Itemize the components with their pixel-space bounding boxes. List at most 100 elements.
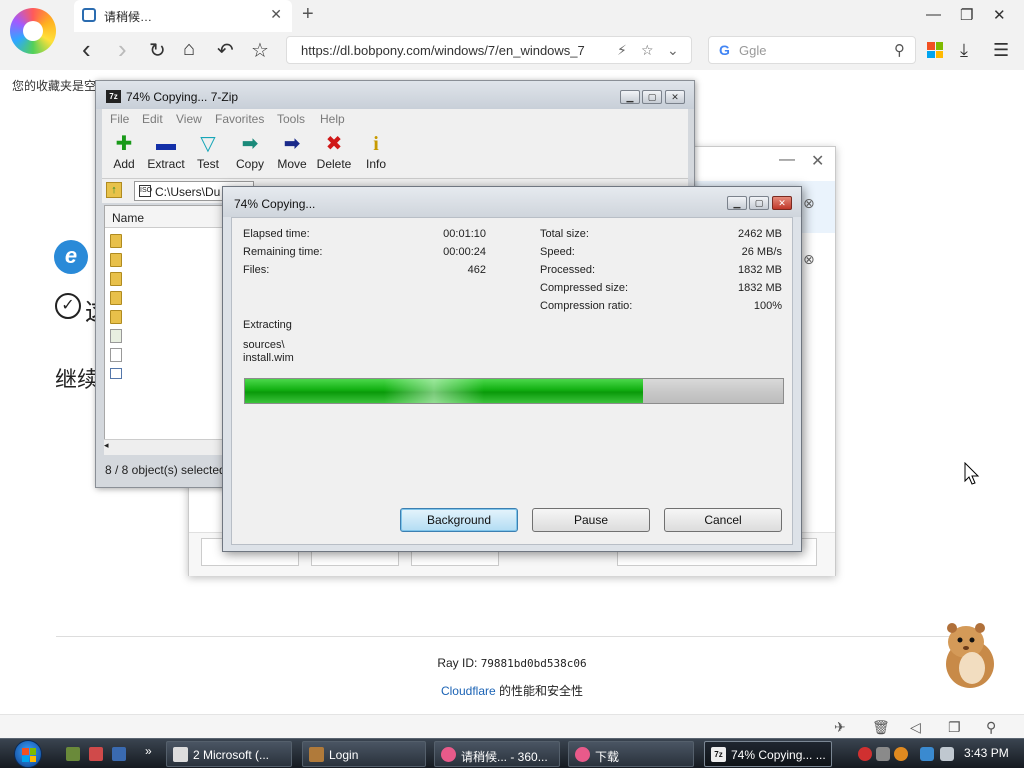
folder-icon[interactable] — [110, 310, 122, 324]
sound-icon[interactable]: ◁ — [910, 719, 921, 736]
quicklaunch-icon[interactable] — [89, 747, 103, 761]
start-button[interactable] — [6, 739, 50, 768]
dialog-title-bar[interactable]: 74% Copying... ▁ ▢ ✕ — [223, 187, 801, 217]
action-label: Extracting — [243, 319, 292, 331]
toolbar: ✚ Add ▬ Extract ▽ Test ➡ Copy ➡ Move ✖ D… — [102, 129, 688, 179]
taskbar-item-browser[interactable]: 请稍候... - 360... — [434, 741, 560, 767]
rocket-icon[interactable]: ✈ — [834, 719, 846, 736]
info-button[interactable]: i Info — [356, 133, 396, 171]
background-button[interactable]: Background — [400, 508, 518, 532]
search-icon[interactable]: ⚲ — [894, 41, 905, 59]
folder-icon[interactable] — [110, 234, 122, 248]
hamster-icon — [309, 747, 324, 762]
show-desktop-icon[interactable] — [112, 747, 126, 761]
search-input[interactable]: Ggle — [739, 43, 766, 58]
forward-button[interactable]: › — [118, 34, 127, 65]
taskbar-item-label: 请稍候... - 360... — [461, 750, 548, 764]
column-header-name[interactable]: Name — [105, 206, 233, 228]
undo-close-button[interactable]: ↶ — [217, 38, 234, 63]
window-title: 74% Copying... 7-Zip — [126, 90, 239, 104]
maximize-button[interactable]: ▢ — [749, 196, 769, 210]
files-label: Files: — [243, 264, 270, 276]
file-icon[interactable] — [110, 348, 122, 362]
cancel-button[interactable]: Cancel — [664, 508, 782, 532]
move-button[interactable]: ➡ Move — [272, 133, 312, 171]
minimize-button[interactable]: — — [926, 6, 941, 23]
address-bar[interactable]: https://dl.bobpony.com/windows/7/en_wind… — [286, 36, 692, 64]
menu-favorites[interactable]: Favorites — [215, 112, 264, 126]
horizontal-scrollbar[interactable]: ◂ — [104, 439, 234, 455]
tray-search-icon[interactable] — [894, 747, 908, 761]
minimize-button[interactable]: ▁ — [620, 90, 640, 104]
taskbar-item-login[interactable]: Login — [302, 741, 426, 767]
close-button[interactable]: ✕ — [772, 196, 792, 210]
progress-dialog: 74% Copying... ▁ ▢ ✕ Elapsed time: 00:01… — [222, 186, 802, 552]
favorite-star-button[interactable]: ☆ — [251, 38, 269, 63]
refresh-button[interactable]: ↻ — [149, 38, 166, 63]
folder-up-icon[interactable]: ↑ — [106, 182, 122, 198]
tab-close-icon[interactable]: ✕ — [270, 6, 282, 23]
close-button[interactable]: ✕ — [993, 6, 1006, 24]
close-button[interactable]: ✕ — [665, 90, 685, 104]
compression-ratio-label: Compression ratio: — [540, 300, 633, 312]
copy-button[interactable]: ➡ Copy — [230, 133, 270, 171]
speed-value: 26 MB/s — [741, 246, 782, 258]
maximize-button[interactable]: ▢ — [642, 90, 662, 104]
settings-file-icon[interactable] — [110, 329, 122, 343]
menu-file[interactable]: File — [110, 112, 129, 126]
dialog-body: Elapsed time: 00:01:10 Remaining time: 0… — [231, 217, 793, 545]
remove-icon[interactable]: ⊗ — [803, 251, 815, 268]
trash-icon[interactable]: 🗑 — [872, 719, 890, 736]
taskbar-item-7zip[interactable]: 7z 74% Copying... ... — [704, 741, 832, 767]
tray-network-icon[interactable] — [920, 747, 934, 761]
quicklaunch-icon[interactable] — [66, 747, 80, 761]
remove-icon[interactable]: ⊗ — [803, 195, 815, 212]
cloudflare-text: 的性能和安全性 — [495, 684, 584, 698]
cloudflare-link[interactable]: Cloudflare — [441, 684, 496, 698]
new-tab-button[interactable]: + — [302, 3, 314, 26]
taskbar-item-downloads[interactable]: 下载 — [568, 741, 694, 767]
image-file-icon[interactable] — [110, 368, 122, 379]
zoom-icon[interactable]: ⚲ — [986, 719, 996, 736]
title-bar[interactable]: 7z 74% Copying... 7-Zip ▁ ▢ ✕ — [96, 81, 694, 109]
menu-icon[interactable]: ☰ — [993, 40, 1009, 61]
window-icon[interactable]: ❐ — [948, 719, 961, 736]
menu-view[interactable]: View — [176, 112, 202, 126]
minimize-button[interactable]: ▁ — [727, 196, 747, 210]
browser-tab[interactable]: 请稍候… ✕ — [74, 0, 292, 32]
star-icon[interactable]: ☆ — [641, 42, 654, 59]
add-button[interactable]: ✚ Add — [104, 133, 144, 171]
tray-security-icon[interactable] — [858, 747, 872, 761]
lightning-icon[interactable]: ⚡ — [617, 42, 627, 59]
extract-button[interactable]: ▬ Extract — [146, 133, 186, 171]
search-box[interactable]: G Ggle ⚲ — [708, 36, 916, 64]
restore-button[interactable]: ❐ — [960, 6, 973, 24]
menu-tools[interactable]: Tools — [277, 112, 305, 126]
folder-icon[interactable] — [110, 291, 122, 305]
folder-icon[interactable] — [110, 272, 122, 286]
menu-edit[interactable]: Edit — [142, 112, 163, 126]
folder-icon[interactable] — [110, 253, 122, 267]
tray-volume-icon[interactable] — [940, 747, 954, 761]
path-text: C:\Users\Du — [155, 185, 221, 199]
pause-button[interactable]: Pause — [532, 508, 650, 532]
file-list[interactable]: Name — [104, 205, 234, 455]
download-icon[interactable]: ⤓ — [960, 40, 968, 61]
test-button[interactable]: ▽ Test — [188, 133, 228, 171]
clock: 3:43 PM — [964, 746, 1009, 760]
more-icon[interactable]: » — [145, 744, 152, 758]
tray-app-icon[interactable] — [876, 747, 890, 761]
close-icon[interactable]: ✕ — [811, 151, 824, 171]
taskbar-item-microsoft[interactable]: 2 Microsoft (... — [166, 741, 292, 767]
menu-help[interactable]: Help — [320, 112, 345, 126]
home-button[interactable]: ⌂ — [183, 38, 195, 61]
apps-grid-icon[interactable] — [927, 42, 943, 58]
delete-button[interactable]: ✖ Delete — [314, 133, 354, 171]
browser-icon — [441, 747, 456, 762]
check-circle-icon: ✓ — [55, 293, 81, 319]
back-button[interactable]: ‹ — [82, 34, 91, 65]
browser-toolbar: 请稍候… ✕ + — ❐ ✕ ‹ › ↻ ⌂ ↶ ☆ https://dl.bo… — [0, 0, 1024, 70]
compression-ratio-value: 100% — [753, 300, 782, 312]
minimize-icon[interactable]: — — [779, 151, 795, 169]
chevron-down-icon[interactable]: ⌄ — [667, 42, 679, 59]
